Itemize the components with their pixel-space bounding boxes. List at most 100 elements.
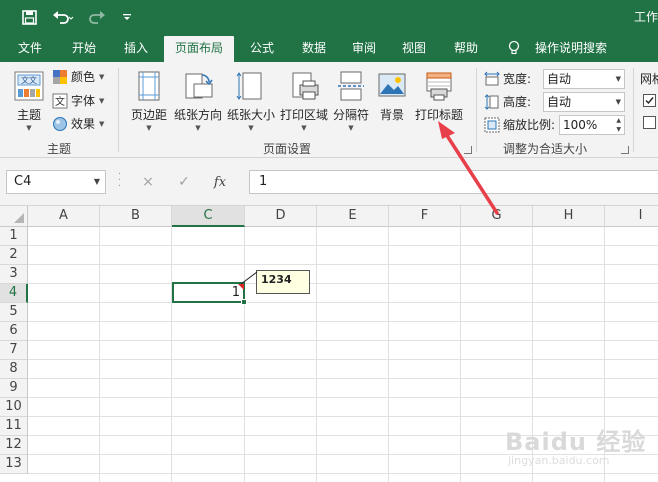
- background-button[interactable]: 背景: [374, 70, 410, 123]
- print-area-button[interactable]: 打印区域 ▼: [278, 70, 330, 132]
- column-header-a[interactable]: A: [28, 206, 100, 227]
- row-header-12[interactable]: 12: [0, 436, 28, 455]
- window-title: 工作: [634, 10, 658, 24]
- effects-icon: [53, 116, 67, 131]
- column-header-d[interactable]: D: [245, 206, 317, 227]
- chevron-down-icon: ▼: [615, 98, 621, 106]
- tab-home[interactable]: 开始: [62, 34, 106, 62]
- column-header-g[interactable]: G: [461, 206, 533, 227]
- column-header-h[interactable]: H: [533, 206, 605, 227]
- gridline: [171, 227, 172, 482]
- worksheet-grid[interactable]: A B C D E F G H I 1 2 3 4 5 6 7 8 9 10 1…: [0, 206, 658, 482]
- width-select[interactable]: 自动 ▼: [543, 69, 625, 89]
- formula-bar: C4 ▼ · · · × ✓ fx 1: [0, 158, 658, 206]
- size-button[interactable]: 纸张大小 ▼: [225, 70, 277, 132]
- insert-function-icon[interactable]: fx: [202, 175, 238, 190]
- formula-input[interactable]: 1: [249, 170, 658, 194]
- customize-qat-icon[interactable]: [120, 0, 134, 34]
- title-bar: 工作: [0, 0, 658, 34]
- formula-bar-grip-icon[interactable]: · · ·: [118, 170, 121, 192]
- group-divider: [118, 68, 119, 152]
- enter-icon[interactable]: ✓: [166, 174, 202, 190]
- tab-data[interactable]: 数据: [292, 34, 336, 62]
- column-header-e[interactable]: E: [317, 206, 389, 227]
- page-size-icon: [236, 72, 262, 100]
- tab-view[interactable]: 视图: [392, 34, 436, 62]
- undo-icon[interactable]: [48, 0, 78, 34]
- row-header-8[interactable]: 8: [0, 360, 28, 379]
- row-header-2[interactable]: 2: [0, 246, 28, 265]
- gridline: [28, 473, 658, 474]
- scale-spinner[interactable]: 100% ▲ ▼: [559, 115, 625, 135]
- margins-icon: [138, 71, 160, 101]
- gridline: [28, 397, 658, 398]
- formula-buttons: × ✓ fx: [130, 170, 242, 194]
- row-header-10[interactable]: 10: [0, 398, 28, 417]
- row-header-6[interactable]: 6: [0, 322, 28, 341]
- row-header-5[interactable]: 5: [0, 303, 28, 322]
- themes-button[interactable]: 文文 主题 ▼: [10, 70, 48, 132]
- theme-effects-button[interactable]: 效果 ▼: [52, 115, 104, 132]
- chevron-down-icon: ▼: [93, 177, 100, 186]
- gridlines-view-checkbox[interactable]: [643, 94, 656, 107]
- tab-insert[interactable]: 插入: [114, 34, 158, 62]
- effects-label: 效果: [71, 117, 96, 131]
- height-label-text: 高度:: [503, 95, 532, 109]
- print-area-icon: [292, 72, 319, 100]
- tab-file[interactable]: 文件: [8, 34, 52, 62]
- cell-comment[interactable]: 1234: [256, 270, 310, 294]
- svg-text:文: 文: [55, 95, 65, 108]
- column-header-b[interactable]: B: [100, 206, 172, 227]
- lightbulb-icon[interactable]: [504, 34, 524, 62]
- breaks-button[interactable]: 分隔符 ▼: [331, 70, 371, 132]
- gridlines-print-checkbox[interactable]: [643, 116, 656, 129]
- page-setup-dialog-launcher-icon[interactable]: [464, 146, 472, 154]
- width-label-text: 宽度:: [503, 72, 532, 86]
- name-box[interactable]: C4 ▼: [6, 170, 106, 194]
- theme-colors-button[interactable]: 颜色 ▼: [52, 68, 104, 85]
- tab-review[interactable]: 审阅: [342, 34, 386, 62]
- gridlines-label: 网格: [640, 72, 658, 86]
- gridline: [28, 378, 658, 379]
- row-header-11[interactable]: 11: [0, 417, 28, 436]
- chevron-down-icon: ▼: [99, 96, 105, 105]
- fill-handle[interactable]: [241, 299, 247, 305]
- print-titles-icon: [426, 72, 452, 101]
- gridline: [28, 416, 658, 417]
- tab-formulas[interactable]: 公式: [240, 34, 284, 62]
- row-header-1[interactable]: 1: [0, 227, 28, 246]
- chevron-down-icon: ▼: [248, 124, 254, 132]
- tab-help[interactable]: 帮助: [444, 34, 488, 62]
- background-label: 背景: [379, 108, 404, 122]
- width-label: 宽度:: [484, 70, 531, 87]
- gridline: [388, 227, 389, 482]
- select-all-button[interactable]: [0, 206, 28, 227]
- row-header-4[interactable]: 4: [0, 284, 28, 303]
- column-header-c[interactable]: C: [172, 206, 245, 227]
- tab-page-layout[interactable]: 页面布局: [164, 36, 234, 62]
- column-header-f[interactable]: F: [389, 206, 461, 227]
- row-header-9[interactable]: 9: [0, 379, 28, 398]
- gridline: [244, 227, 245, 482]
- scale-dialog-launcher-icon[interactable]: [621, 146, 629, 154]
- comment-connector: [240, 271, 258, 285]
- save-icon[interactable]: [18, 0, 40, 34]
- gridline: [28, 245, 658, 246]
- row-header-7[interactable]: 7: [0, 341, 28, 360]
- tell-me-search[interactable]: 操作说明搜索: [528, 34, 614, 62]
- row-header-13[interactable]: 13: [0, 455, 28, 474]
- redo-icon[interactable]: [84, 0, 114, 34]
- orientation-button[interactable]: 纸张方向 ▼: [172, 70, 224, 132]
- chevron-down-icon: ▼: [99, 72, 105, 81]
- name-box-value: C4: [14, 174, 32, 189]
- theme-fonts-button[interactable]: 文 字体 ▼: [52, 92, 104, 109]
- row-header-3[interactable]: 3: [0, 265, 28, 284]
- active-cell-c4[interactable]: 1: [172, 282, 247, 305]
- cancel-icon[interactable]: ×: [130, 174, 166, 190]
- column-header-i[interactable]: I: [605, 206, 658, 227]
- watermark-url: jingyan.baidu.com: [508, 454, 610, 467]
- watermark: Baidu 经验: [505, 428, 647, 456]
- margins-button[interactable]: 页边距 ▼: [128, 70, 170, 132]
- height-select[interactable]: 自动 ▼: [543, 92, 625, 112]
- print-titles-button[interactable]: 打印标题: [413, 70, 465, 123]
